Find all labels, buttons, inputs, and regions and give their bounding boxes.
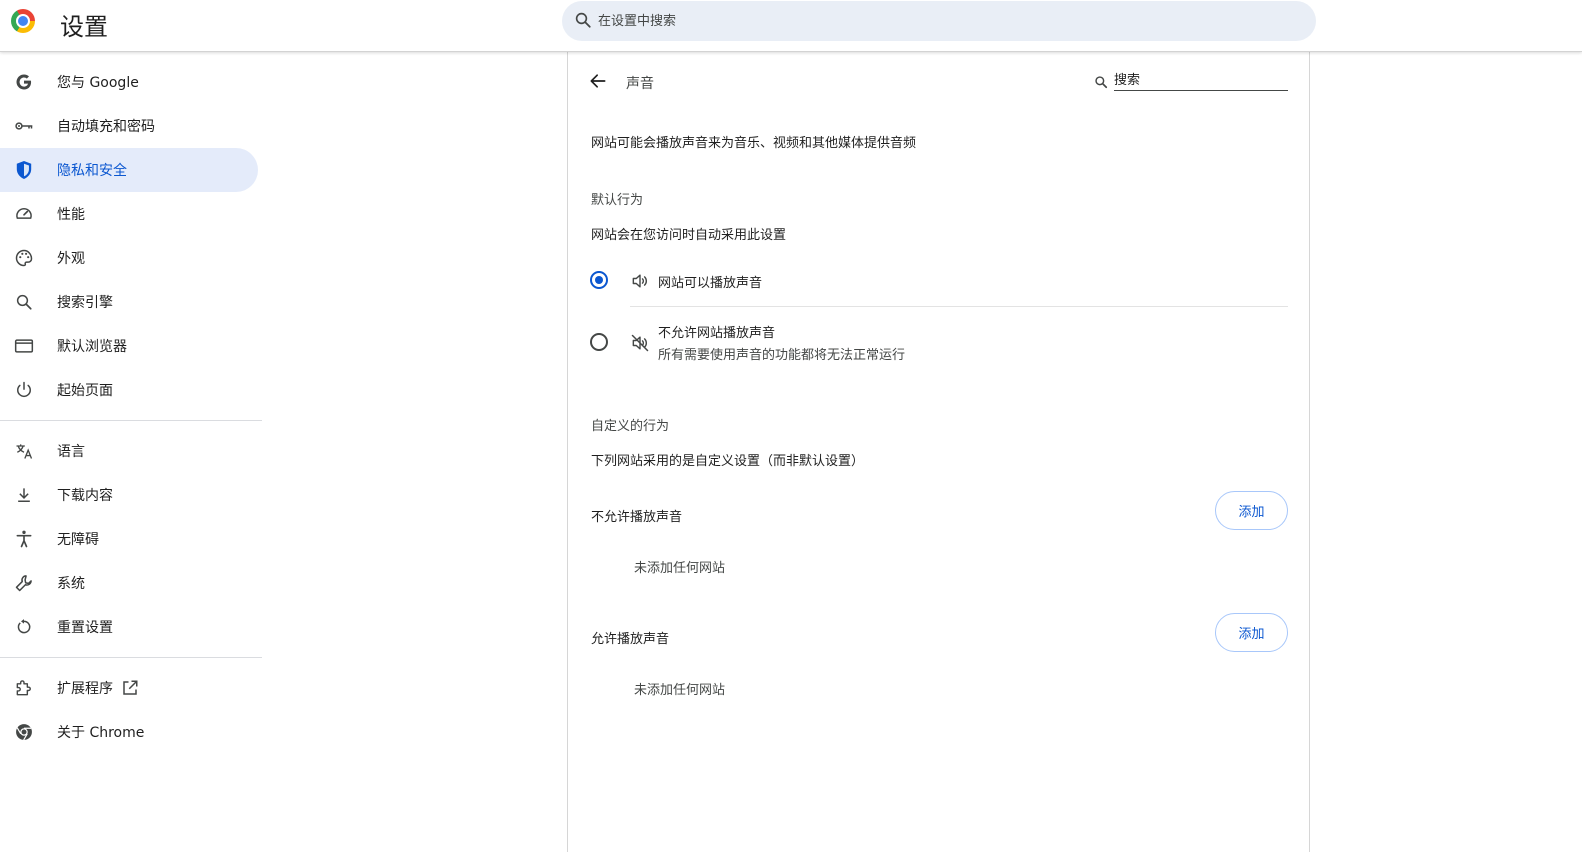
- default-behavior-subheading: 网站会在您访问时自动采用此设置: [591, 228, 787, 243]
- google-g-icon: [14, 72, 34, 92]
- sidebar-item-accessibility[interactable]: 无障碍: [0, 517, 258, 561]
- speedometer-icon: [14, 204, 34, 224]
- browser-window-icon: [14, 336, 34, 356]
- sidebar-item-performance[interactable]: 性能: [0, 192, 258, 236]
- sidebar-item-label: 性能: [57, 207, 85, 223]
- back-button[interactable]: [588, 71, 610, 93]
- sidebar-item-label: 下载内容: [57, 488, 113, 504]
- volume-off-icon: [630, 333, 650, 357]
- shield-icon: [14, 160, 34, 180]
- sidebar-item-label: 您与 Google: [57, 75, 139, 91]
- radio-block-sound[interactable]: [590, 333, 608, 351]
- sidebar-item-downloads[interactable]: 下载内容: [0, 473, 258, 517]
- sidebar-item-about-chrome[interactable]: 关于 Chrome: [0, 710, 258, 754]
- extensions-label: 扩展程序: [57, 681, 113, 697]
- sidebar-item-privacy[interactable]: 隐私和安全: [0, 148, 258, 192]
- sidebar-item-search-engine[interactable]: 搜索引擎: [0, 280, 258, 324]
- power-icon: [14, 380, 34, 400]
- sidebar-item-label: 搜索引擎: [57, 295, 113, 311]
- chrome-logo-icon: [11, 9, 35, 33]
- puzzle-icon: [14, 678, 34, 698]
- chrome-icon: [14, 722, 34, 742]
- search-icon: [14, 292, 34, 312]
- option-block-sound-label: 不允许网站播放声音: [658, 326, 776, 341]
- sidebar-item-label: 外观: [57, 251, 85, 267]
- arrow-back-icon: [590, 74, 606, 88]
- volume-up-icon: [630, 271, 650, 295]
- translate-icon: [14, 441, 34, 461]
- option-block-sound-sublabel: 所有需要使用声音的功能都将无法正常运行: [658, 348, 906, 363]
- sidebar-item-label: 系统: [57, 576, 85, 592]
- sound-description: 网站可能会播放声音来为音乐、视频和其他媒体提供音频: [591, 136, 917, 151]
- sidebar-item-extensions[interactable]: 扩展程序: [0, 666, 258, 710]
- page-title: 声音: [626, 76, 654, 92]
- key-icon: [14, 116, 34, 136]
- sidebar-item-default-browser[interactable]: 默认浏览器: [0, 324, 258, 368]
- search-icon: [574, 11, 592, 33]
- custom-behavior-subheading: 下列网站采用的是自定义设置（而非默认设置）: [591, 454, 865, 469]
- sidebar-divider: [0, 420, 262, 421]
- radio-allow-sound[interactable]: [590, 271, 608, 289]
- sidebar-item-on-startup[interactable]: 起始页面: [0, 368, 258, 412]
- palette-icon: [14, 248, 34, 268]
- blocked-sites-empty: 未添加任何网站: [634, 561, 726, 576]
- site-search-input[interactable]: [1114, 70, 1288, 91]
- custom-behavior-heading: 自定义的行为: [591, 419, 670, 434]
- sidebar-item-label: 重置设置: [57, 620, 113, 636]
- sidebar-item-system[interactable]: 系统: [0, 561, 258, 605]
- download-icon: [14, 485, 34, 505]
- sidebar-item-reset[interactable]: 重置设置: [0, 605, 258, 649]
- sidebar-item-label: 无障碍: [57, 532, 99, 548]
- add-allowed-site-button[interactable]: 添加: [1215, 613, 1288, 652]
- option-divider: [630, 306, 1288, 307]
- settings-search-input[interactable]: [598, 10, 1278, 32]
- sidebar-item-label: 自动填充和密码: [57, 119, 155, 135]
- open-in-new-icon: [121, 679, 139, 697]
- sidebar-item-languages[interactable]: 语言: [0, 429, 258, 473]
- default-behavior-heading: 默认行为: [591, 193, 644, 208]
- site-search-box[interactable]: [1092, 70, 1288, 92]
- sidebar-item-you-and-google[interactable]: 您与 Google: [0, 60, 258, 104]
- top-bar: 设置: [0, 0, 1582, 52]
- sidebar-item-label: 隐私和安全: [57, 163, 127, 179]
- allowed-sites-title: 允许播放声音: [591, 632, 670, 647]
- sidebar-item-label: 起始页面: [57, 383, 113, 399]
- sidebar-divider: [0, 657, 262, 658]
- app-title: 设置: [60, 13, 108, 41]
- sidebar-item-label: 关于 Chrome: [57, 725, 145, 741]
- sidebar-item-autofill[interactable]: 自动填充和密码: [0, 104, 258, 148]
- option-allow-sound-label: 网站可以播放声音: [658, 276, 763, 291]
- search-icon: [1094, 74, 1108, 93]
- sidebar-item-label: 语言: [57, 444, 85, 460]
- sidebar: 您与 Google 自动填充和密码 隐私和安全 性能 外观 搜索引擎 默认浏览器…: [0, 60, 262, 754]
- wrench-icon: [14, 573, 34, 593]
- sidebar-item-label: 默认浏览器: [57, 339, 127, 355]
- sidebar-item-appearance[interactable]: 外观: [0, 236, 258, 280]
- allowed-sites-empty: 未添加任何网站: [634, 683, 726, 698]
- sidebar-item-label: 扩展程序: [57, 678, 139, 698]
- reset-icon: [14, 617, 34, 637]
- add-blocked-site-button[interactable]: 添加: [1215, 491, 1288, 530]
- settings-search-box[interactable]: [562, 1, 1316, 41]
- accessibility-icon: [14, 529, 34, 549]
- blocked-sites-title: 不允许播放声音: [591, 510, 683, 525]
- sound-settings-card: 声音 网站可能会播放声音来为音乐、视频和其他媒体提供音频 默认行为 网站会在您访…: [567, 52, 1310, 852]
